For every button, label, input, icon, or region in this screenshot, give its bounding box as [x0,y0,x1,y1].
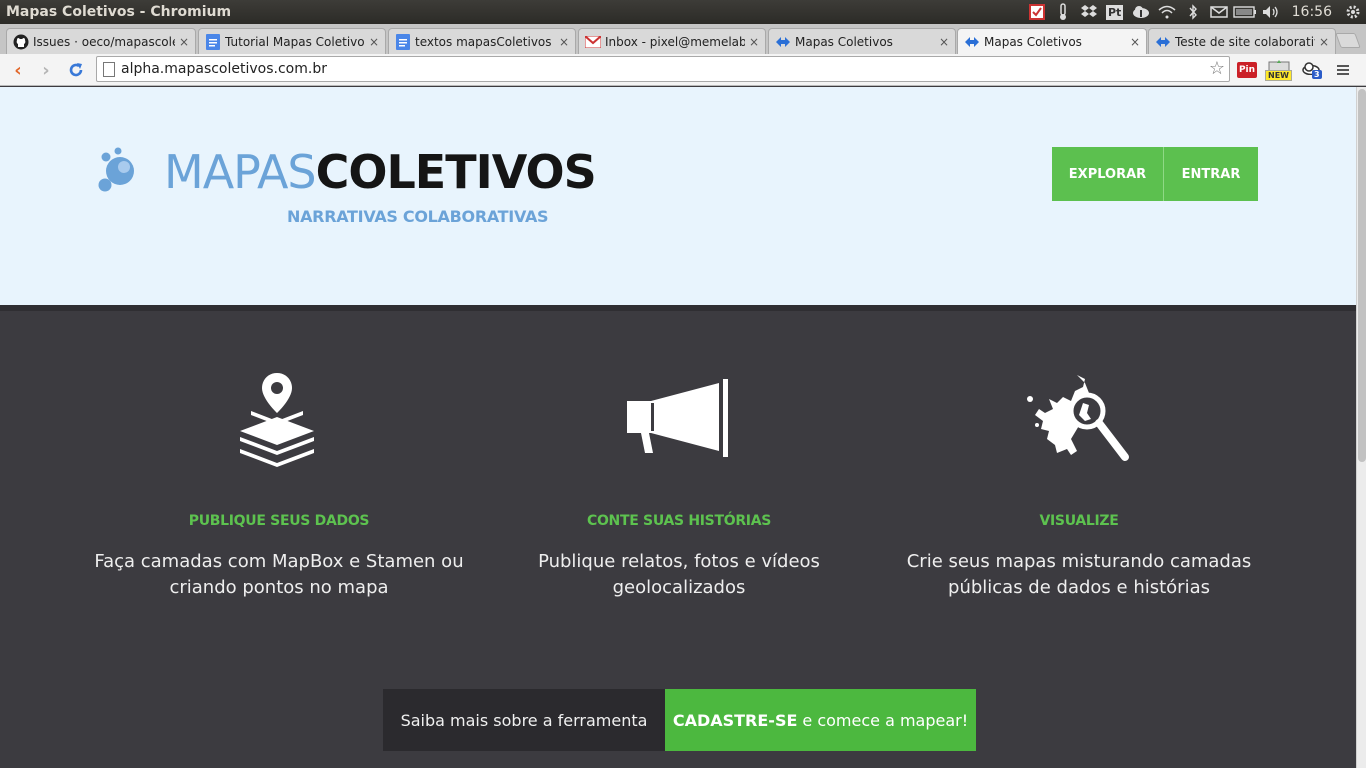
tasks-icon[interactable] [1024,0,1050,24]
feature-description: Faça camadas com MapBox e Stamen ou cria… [94,551,464,598]
window-title: Mapas Coletivos - Chromium [6,4,232,20]
tab-close-icon[interactable]: × [1319,35,1329,49]
browser-tab[interactable]: Inbox - pixel@memelab.c × [578,28,766,54]
tab-close-icon[interactable]: × [179,35,189,49]
signup-bold-label: CADASTRE-SE [672,710,798,730]
mail-icon[interactable] [1206,0,1232,24]
mapas-icon [775,34,791,50]
menu-icon[interactable] [1334,59,1352,81]
address-bar[interactable]: alpha.mapascoletivos.com.br ☆ [96,56,1230,82]
pinterest-ext-icon[interactable]: Pin [1236,59,1258,81]
gmail-icon [585,34,601,50]
pivotal-icon[interactable]: Pt [1102,0,1128,24]
tab-close-icon[interactable]: × [369,35,379,49]
browser-tab[interactable]: Teste de site colaborativ × [1148,28,1336,54]
wifi-icon[interactable] [1154,0,1180,24]
hero-header: MAPASCOLETIVOS NARRATIVAS COLABORATIVAS … [0,87,1356,305]
scrollbar-thumb[interactable] [1358,89,1366,462]
learn-more-button[interactable]: Saiba mais sobre a ferramenta [383,689,665,751]
dropbox-icon[interactable] [1076,0,1102,24]
os-top-bar: Mapas Coletivos - Chromium Pt 16:56 [0,0,1366,24]
logo-bubbles-icon[interactable] [98,145,138,197]
url-text[interactable]: alpha.mapascoletivos.com.br [121,61,327,77]
mapas-icon [964,34,980,50]
back-icon[interactable]: ‹ [6,58,30,82]
system-tray: Pt 16:56 [1024,0,1366,24]
explore-button[interactable]: EXPLORAR [1052,147,1164,201]
megaphone-icon [479,371,879,471]
new-ext-icon[interactable]: NEW [1264,59,1294,81]
reload-icon[interactable] [64,58,88,82]
battery-icon[interactable] [1232,0,1258,24]
map-layers-icon [79,371,479,471]
cta-bar: Saiba mais sobre a ferramenta CADASTRE-S… [383,689,976,751]
github-icon [13,34,29,50]
google-docs-icon [205,33,221,50]
forward-icon[interactable]: › [34,58,58,82]
tab-close-icon[interactable]: × [749,35,759,49]
web-page: MAPASCOLETIVOS NARRATIVAS COLABORATIVAS … [0,87,1356,768]
browser-tab[interactable]: Mapas Coletivos × [768,28,956,54]
power-gear-icon[interactable] [1340,0,1366,24]
feature-title: PUBLIQUE SEUS DADOS [188,513,370,529]
cloud-ext-icon[interactable]: 3 [1300,59,1324,81]
new-tab-button[interactable] [1335,33,1361,48]
site-tagline: NARRATIVAS COLABORATIVAS [287,207,549,226]
feature-title: CONTE SUAS HISTÓRIAS [586,513,772,529]
bluetooth-icon[interactable] [1180,0,1206,24]
mapas-icon [1155,34,1171,50]
browser-tab[interactable]: textos mapasColetivos - G × [388,28,576,54]
weather-icon[interactable] [1050,0,1076,24]
google-docs-icon [395,33,411,50]
bookmark-star-icon[interactable]: ☆ [1209,58,1225,79]
tab-close-icon[interactable]: × [939,35,949,49]
page-scrollbar[interactable] [1356,87,1366,768]
tab-close-icon[interactable]: × [1130,35,1140,49]
upload-cloud-icon[interactable] [1128,0,1154,24]
login-button[interactable]: ENTRAR [1164,147,1258,201]
feature-description: Publique relatos, fotos e vídeos geoloca… [538,551,820,598]
site-logo[interactable]: MAPASCOLETIVOS [164,145,597,199]
features-section: PUBLIQUE SEUS DADOS Faça camadas com Map… [0,311,1356,768]
main-nav: EXPLORAR ENTRAR [1052,147,1258,201]
feature-description: Crie seus mapas misturando camadas públi… [906,551,1252,598]
page-icon [103,62,115,77]
browser-tab[interactable]: Tutorial Mapas Coletivos × [198,28,386,54]
browser-tab[interactable]: Issues · oeco/mapascolet × [6,28,196,54]
map-magnifier-icon [879,371,1279,471]
signup-label: e comece a mapear! [802,710,969,730]
browser-tab-active[interactable]: Mapas Coletivos × [957,28,1147,55]
volume-icon[interactable] [1258,0,1284,24]
clock[interactable]: 16:56 [1292,4,1332,20]
tab-close-icon[interactable]: × [559,35,569,49]
browser-toolbar: ‹ › alpha.mapascoletivos.com.br ☆ Pin NE… [0,54,1366,86]
feature-title: VISUALIZE [1039,513,1119,529]
signup-button[interactable]: CADASTRE-SE e comece a mapear! [665,689,976,751]
tab-strip: Issues · oeco/mapascolet × Tutorial Mapa… [0,24,1366,55]
